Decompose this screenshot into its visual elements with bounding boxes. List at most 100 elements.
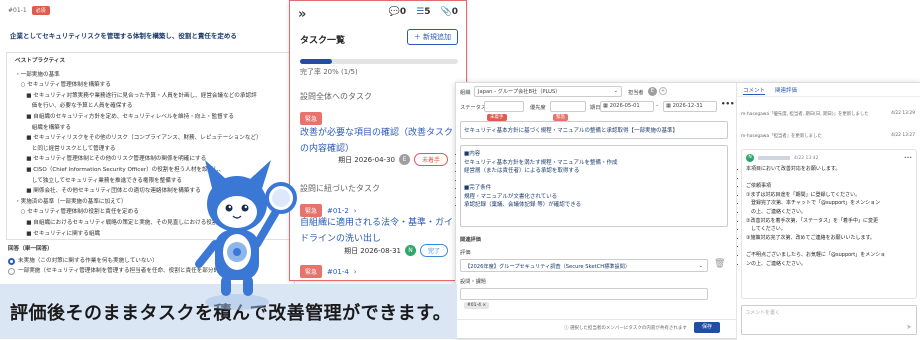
status-select[interactable]: 未着手 — [484, 101, 524, 121]
task-body-lines: ■内容セキュリティ基本方針を満たす規程・マニュアルを整備・作成経営層（または責任… — [464, 150, 724, 210]
activity-item: m-hasegawa「担当者」を更新しました 4/22 13:27 — [741, 133, 915, 139]
best-practice-item: ・一部実施の基準 — [15, 71, 60, 78]
task-title-input[interactable]: セキュリティ基本方針に基づく規程・マニュアルの整備と承認取得【一部実施の基準】 — [460, 121, 728, 139]
radio-icon[interactable] — [8, 267, 15, 275]
sidebar-tabs: コメント 関連評価 — [743, 86, 797, 95]
question-ref-link[interactable]: #01-2 — [327, 207, 349, 215]
status-badge[interactable]: 完了 — [419, 244, 448, 257]
task-body-line: 承認記録（稟議、会議体記録 等）が確認できる — [464, 201, 724, 210]
comment-body: 本項目において改善対応をお願いします。ご依頼事項①まずは対応目途を「期間」に登録… — [746, 165, 912, 268]
share-note: ⓘ 選択した担当者のメンバーにタスクの内容が共有されます — [564, 326, 687, 331]
add-task-button[interactable]: ＋ 新規追加 — [406, 29, 458, 45]
due-date: 期日 2026-08-31 — [344, 246, 401, 255]
comment-line: ①まずは対応目途を「期間」に登録してください。 — [746, 191, 912, 200]
radio-selected-icon[interactable] — [8, 257, 15, 265]
status-badge[interactable]: 未着手 — [413, 153, 448, 166]
send-icon[interactable]: ➤ — [906, 323, 912, 331]
comment-card: N 4/22 13:42 ••• 本項目において改善対応をお願いします。ご依頼事… — [741, 149, 917, 299]
status-label: ステータス — [460, 105, 486, 111]
date-separator: – — [656, 103, 659, 109]
eval-select[interactable]: 【2026年度】グループセキュリティ調査（Secure SketCH標準設問） ⌄ — [460, 259, 708, 272]
related-label: 関連評価 — [460, 237, 481, 243]
answer-label: 回答（単一回答） — [8, 246, 53, 252]
comment-line — [746, 174, 912, 183]
chevron-down-icon: ⌄ — [613, 88, 618, 94]
task-tags: 緊急 #01-4 › — [300, 265, 357, 278]
attachment-count[interactable]: 📎0 — [441, 7, 458, 17]
eval-label: 評価 — [460, 250, 471, 256]
best-practice-item: ■ 自組織のセキュリティ方針を定め、セキュリティレベルを維持・向上・監督する — [15, 113, 234, 120]
section-question-tasks: 設問全体へのタスク — [300, 92, 372, 101]
add-assignee-icon[interactable]: + — [659, 87, 667, 95]
task-count[interactable]: ☰5 — [416, 7, 430, 17]
comment-sidebar: コメント 関連評価 m-hasegawa「優先度, 担当者, 期日(日, 期日)… — [736, 83, 920, 340]
org-label: 組織 — [460, 90, 471, 96]
comment-line: してください。 — [746, 225, 912, 234]
comment-line: 本項目において改善対応をお願いします。 — [746, 165, 912, 174]
comment-line: 登録完了次第、本チャットで「@support」をメンション — [746, 199, 912, 208]
task-meta: 期日 2026-04-30 E 未着手 — [338, 153, 448, 166]
question-tag: #01-4 × — [464, 302, 490, 309]
comment-header: N 4/22 13:42 ••• — [746, 154, 912, 162]
question-ref-link[interactable]: #01-4 — [327, 268, 349, 276]
progress-bar — [300, 59, 458, 64]
assignee-avatar[interactable]: E — [648, 87, 657, 96]
priority-select[interactable]: 緊急 — [550, 101, 586, 121]
comment-menu-icon[interactable]: ••• — [904, 156, 912, 161]
best-practice-item: 価を行い、必要な予算と人員を確保する — [15, 103, 133, 110]
task-title-link[interactable]: 自組織に適用される法令・基準・ガイドラインの洗い出し — [300, 215, 460, 247]
task-body-line: セキュリティ基本方針を満たす規程・マニュアルを整備・作成 — [464, 159, 724, 168]
urgent-tag: 緊急 — [300, 112, 323, 125]
task-meta: 期日 2026-08-31 N 完了 — [344, 244, 448, 257]
activity-item: m-hasegawa「優先度, 担当者, 期日(日, 期日)」を更新しました 4/… — [741, 111, 915, 117]
option-not-implemented[interactable]: 未実施（この対策に関する作業を何も実施していない） — [8, 256, 158, 267]
best-practice-item: ■ セキュリティリスクをその他のリスク（コンプライアンス、財務、レピュテーション… — [15, 135, 262, 142]
tab-divider — [737, 96, 920, 97]
comment-line: ご不明点ございましたら、お気軽に「@support」をメンショ — [746, 251, 912, 260]
paperclip-icon: 📎 — [440, 7, 452, 17]
chevron-down-icon: ⌄ — [698, 263, 703, 269]
chevron-right-icon: › — [353, 206, 357, 215]
assignee-label: 担当者 — [628, 90, 644, 96]
question-select[interactable]: #01-4 × — [460, 288, 708, 309]
question-id: #01-1 — [8, 7, 27, 14]
comment-count[interactable]: 💬0 — [389, 7, 406, 17]
priority-label: 優先度 — [530, 105, 546, 111]
save-button[interactable]: 保存 — [694, 322, 720, 333]
best-practice-item: ■ セキュリティ対策実務や業務遂行に見合った予算・人員を計画し、経営会議などの承… — [15, 92, 257, 99]
tab-comments[interactable]: コメント — [743, 86, 766, 95]
date-from-input[interactable]: ▦ 2026-05-01 — [600, 101, 654, 112]
required-badge: 必須 — [31, 6, 50, 15]
date-to-input[interactable]: ▦ 2026-12-31 — [663, 101, 717, 112]
comment-icon: 💬 — [388, 7, 400, 17]
due-label: 期日 — [590, 105, 601, 111]
task-list-title: タスク一覧 — [300, 36, 346, 46]
comment-input[interactable]: コメントを書く ➤ — [741, 305, 917, 335]
question-label: 設問・課題 — [460, 279, 486, 285]
count-bar: 💬0 ☰5 📎0 — [389, 7, 458, 17]
tab-related-eval[interactable]: 関連評価 — [775, 86, 797, 95]
comment-avatar: N — [746, 154, 754, 162]
redacted-name — [758, 156, 790, 160]
chevron-right-icon: › — [353, 267, 357, 276]
task-body-textarea[interactable]: ■内容セキュリティ基本方針を満たす規程・マニュアルを整備・作成経営層（または責任… — [460, 145, 728, 227]
avatar: E — [398, 154, 410, 165]
avatar: N — [404, 245, 416, 256]
trash-icon[interactable]: 🗑 — [714, 259, 725, 269]
task-body-line: 規程・マニュアルが文書化されている — [464, 193, 724, 202]
best-practice-heading: ベストプラクティス — [15, 58, 66, 64]
mascot-character — [195, 160, 297, 310]
comment-line: ご依頼事項 — [746, 182, 912, 191]
section-linked-tasks: 設問に紐づいたタスク — [300, 184, 380, 193]
collapse-panel-icon[interactable]: » — [298, 7, 306, 22]
task-body-line — [464, 176, 724, 185]
org-select[interactable]: Japan - グループ会社B社（PLUS） ⌄ — [474, 86, 622, 97]
due-date: 期日 2026-04-30 — [338, 155, 395, 164]
best-practice-item: 組織を構築する — [15, 124, 71, 131]
task-detail-window: 組織 Japan - グループ会社B社（PLUS） ⌄ 担当者 E + ステータス… — [455, 82, 920, 340]
more-menu-icon[interactable]: ••• — [721, 100, 734, 108]
comment-line: の上、ご連絡ください。 — [746, 208, 912, 217]
comment-line: ンの上、ご連絡ください。 — [746, 260, 912, 269]
progress-text: 完了率 20% (1/5) — [300, 68, 358, 76]
question-title: 企業としてセキュリティリスクを管理する体制を構築し、役割と責任を定める — [10, 32, 237, 40]
